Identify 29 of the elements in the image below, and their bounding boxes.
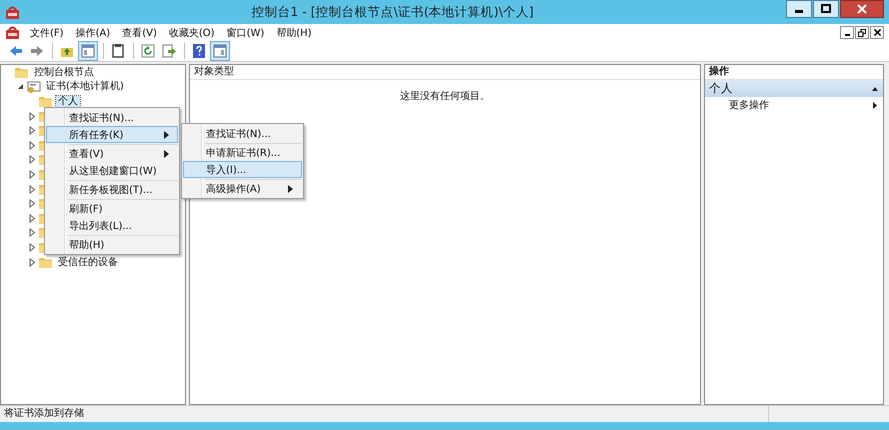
column-header[interactable]: 对象类型 bbox=[190, 65, 700, 80]
actions-section-header[interactable]: 个人 bbox=[705, 80, 883, 97]
menu-item[interactable]: 导出列表(L)... bbox=[46, 217, 178, 234]
tree-item[interactable]: 证书(本地计算机) bbox=[44, 81, 126, 92]
menu-item[interactable]: 高级操作(A) bbox=[183, 180, 302, 197]
menu-item[interactable]: 从这里创建窗口(W) bbox=[46, 162, 178, 179]
tree-item[interactable]: 个人 bbox=[56, 96, 80, 107]
menu-item[interactable]: 文件(F) bbox=[24, 26, 70, 40]
action-link[interactable]: 更多操作 bbox=[729, 98, 769, 112]
menu-item[interactable]: 收藏夹(O) bbox=[162, 26, 221, 40]
status-text: 将证书添加到存储 bbox=[4, 406, 85, 421]
menu-item[interactable]: 查找证书(N)... bbox=[183, 125, 302, 142]
menu-item[interactable]: 查看(V) bbox=[46, 145, 178, 162]
menu-item[interactable]: 刷新(F) bbox=[46, 200, 178, 217]
tree-item[interactable]: 受信任的设备 bbox=[56, 256, 120, 268]
menu-item[interactable]: 新任务板视图(T)... bbox=[46, 181, 178, 198]
menu-item[interactable]: 查看(V) bbox=[116, 26, 163, 40]
menu-item[interactable]: 操作(A) bbox=[70, 26, 116, 40]
menu-item[interactable]: 查找证书(N)... bbox=[46, 109, 178, 126]
section-title: 个人 bbox=[709, 81, 733, 96]
menu-item[interactable]: 帮助(H) bbox=[46, 236, 178, 253]
menu-item[interactable]: 所有任务(K) bbox=[46, 126, 178, 143]
tree-item[interactable]: 控制台根节点 bbox=[32, 66, 96, 78]
menu-item[interactable]: 帮助(H) bbox=[270, 26, 318, 40]
empty-message: 这里没有任何项目。 bbox=[399, 90, 491, 103]
menu-item[interactable]: 申请新证书(R)... bbox=[183, 144, 302, 161]
window-title: 控制台1 - [控制台根节点\证书(本地计算机)\个人] bbox=[250, 4, 535, 20]
menu-item[interactable]: 窗口(W) bbox=[220, 26, 270, 40]
menu-item[interactable]: 导入(I)... bbox=[183, 161, 302, 178]
